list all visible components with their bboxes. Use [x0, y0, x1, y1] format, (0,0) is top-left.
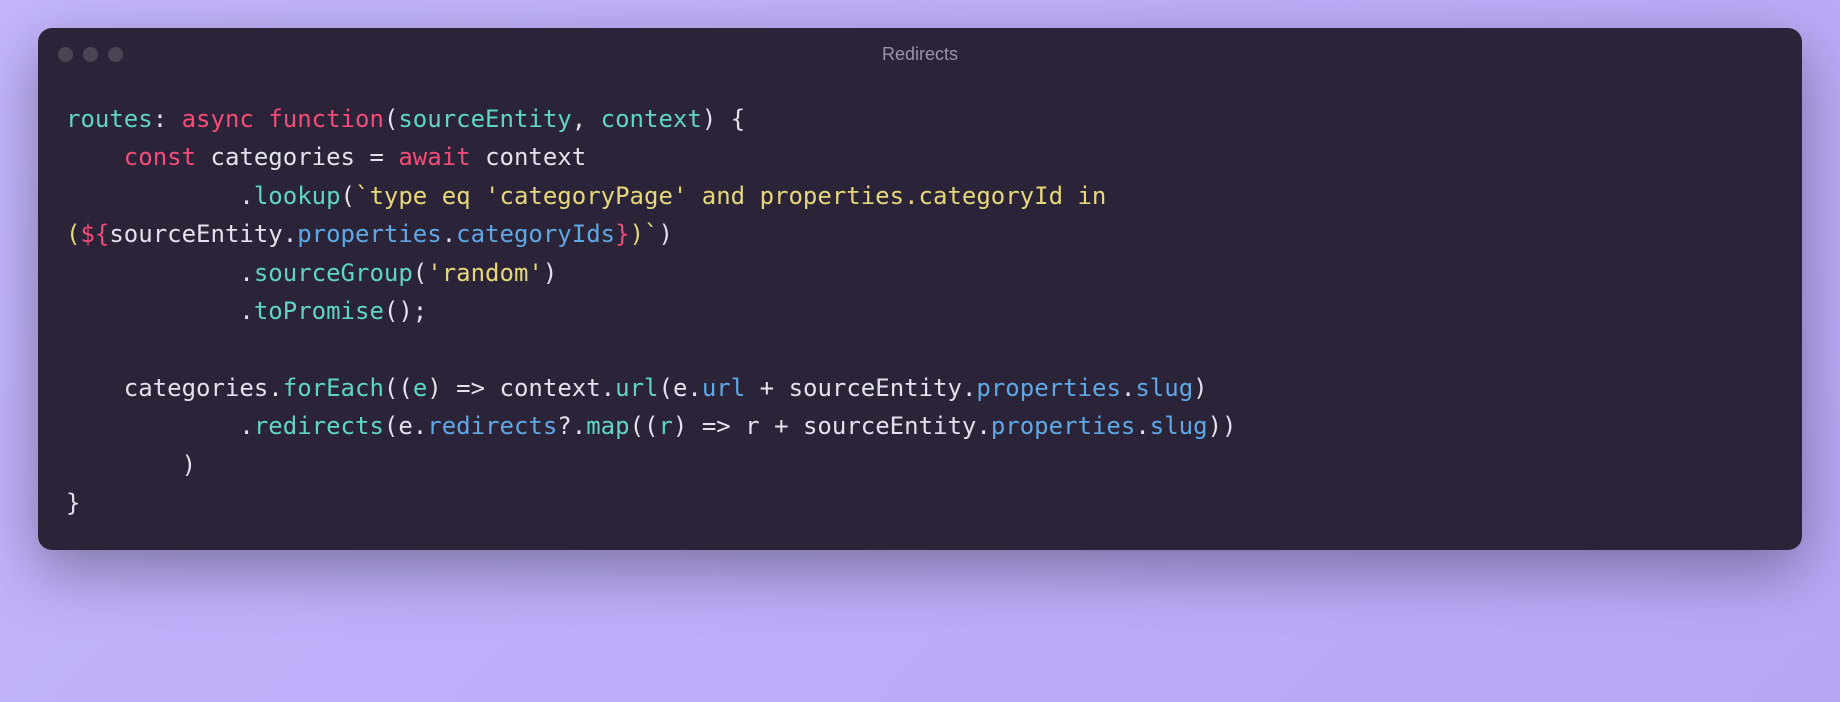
- code-token: .: [239, 259, 253, 287]
- code-token: map: [586, 412, 629, 440]
- code-token: .: [1135, 412, 1149, 440]
- code-token: .: [413, 412, 427, 440]
- code-token: e: [413, 374, 427, 402]
- code-token: .: [572, 412, 586, 440]
- code-token: [66, 412, 239, 440]
- close-icon[interactable]: [58, 47, 73, 62]
- code-block[interactable]: routes: async function(sourceEntity, con…: [38, 80, 1802, 550]
- code-token: async: [182, 105, 254, 133]
- code-token: [196, 143, 210, 171]
- code-token: ((: [384, 374, 413, 402]
- code-token: .: [239, 297, 253, 325]
- code-token: sourceEntity: [109, 220, 282, 248]
- code-token: )): [1208, 412, 1237, 440]
- code-token: .: [239, 182, 253, 210]
- code-token: e: [673, 374, 687, 402]
- code-token: ) =>: [673, 412, 745, 440]
- code-token: 'random': [427, 259, 543, 287]
- code-token: [66, 259, 239, 287]
- code-token: .: [239, 412, 253, 440]
- code-token: ?: [557, 412, 571, 440]
- code-token: function: [268, 105, 384, 133]
- code-token: ${: [80, 220, 109, 248]
- code-token: sourceEntity: [803, 412, 976, 440]
- code-token: `: [644, 220, 658, 248]
- traffic-lights: [58, 47, 123, 62]
- code-window: Redirects routes: async function(sourceE…: [38, 28, 1802, 550]
- code-token: .: [442, 220, 456, 248]
- code-token: url: [702, 374, 745, 402]
- maximize-icon[interactable]: [108, 47, 123, 62]
- code-token: properties: [976, 374, 1121, 402]
- code-token: categories: [211, 143, 356, 171]
- code-token: (: [66, 220, 80, 248]
- code-token: .: [601, 374, 615, 402]
- code-token: type eq 'categoryPage' and properties.ca…: [369, 182, 1120, 210]
- code-token: sourceEntity: [398, 105, 571, 133]
- code-token: categoryIds: [456, 220, 615, 248]
- code-token: e: [398, 412, 412, 440]
- titlebar: Redirects: [38, 28, 1802, 80]
- code-token: ((: [630, 412, 659, 440]
- code-token: .: [1121, 374, 1135, 402]
- code-token: (: [413, 259, 427, 287]
- code-token: ): [1193, 374, 1207, 402]
- code-token: (: [384, 105, 398, 133]
- code-token: ): [182, 451, 196, 479]
- code-token: [66, 297, 239, 325]
- code-token: (: [384, 412, 398, 440]
- code-token: r: [658, 412, 672, 440]
- code-token: +: [745, 374, 788, 402]
- code-token: categories: [124, 374, 269, 402]
- code-token: [471, 143, 485, 171]
- code-token: slug: [1135, 374, 1193, 402]
- code-token: ();: [384, 297, 427, 325]
- code-token: [66, 143, 124, 171]
- minimize-icon[interactable]: [83, 47, 98, 62]
- code-token: properties: [991, 412, 1136, 440]
- code-token: .: [962, 374, 976, 402]
- code-token: lookup: [254, 182, 341, 210]
- code-token: (: [341, 182, 355, 210]
- code-token: toPromise: [254, 297, 384, 325]
- code-token: ): [543, 259, 557, 287]
- code-token: context: [601, 105, 702, 133]
- code-token: sourceEntity: [789, 374, 962, 402]
- code-token: redirects: [254, 412, 384, 440]
- code-token: :: [153, 105, 182, 133]
- code-token: (: [658, 374, 672, 402]
- code-token: ,: [572, 105, 601, 133]
- code-token: context: [485, 143, 586, 171]
- window-title: Redirects: [882, 44, 958, 65]
- code-token: [254, 105, 268, 133]
- code-token: }: [66, 489, 80, 517]
- code-token: .: [687, 374, 701, 402]
- code-token: forEach: [283, 374, 384, 402]
- code-token: `: [355, 182, 369, 210]
- code-token: r: [745, 412, 759, 440]
- code-token: }: [615, 220, 629, 248]
- code-token: url: [615, 374, 658, 402]
- code-token: .: [976, 412, 990, 440]
- code-token: ) {: [702, 105, 745, 133]
- code-token: slug: [1150, 412, 1208, 440]
- code-token: routes: [66, 105, 153, 133]
- code-token: sourceGroup: [254, 259, 413, 287]
- code-token: =: [355, 143, 398, 171]
- code-token: +: [760, 412, 803, 440]
- code-token: ): [658, 220, 672, 248]
- code-token: [66, 374, 124, 402]
- code-token: properties: [297, 220, 442, 248]
- code-token: ): [630, 220, 644, 248]
- code-token: [66, 451, 182, 479]
- code-token: await: [398, 143, 470, 171]
- code-token: const: [124, 143, 196, 171]
- code-token: .: [283, 220, 297, 248]
- code-token: ) =>: [427, 374, 499, 402]
- code-token: redirects: [427, 412, 557, 440]
- code-token: [66, 182, 239, 210]
- code-token: context: [500, 374, 601, 402]
- code-token: .: [268, 374, 282, 402]
